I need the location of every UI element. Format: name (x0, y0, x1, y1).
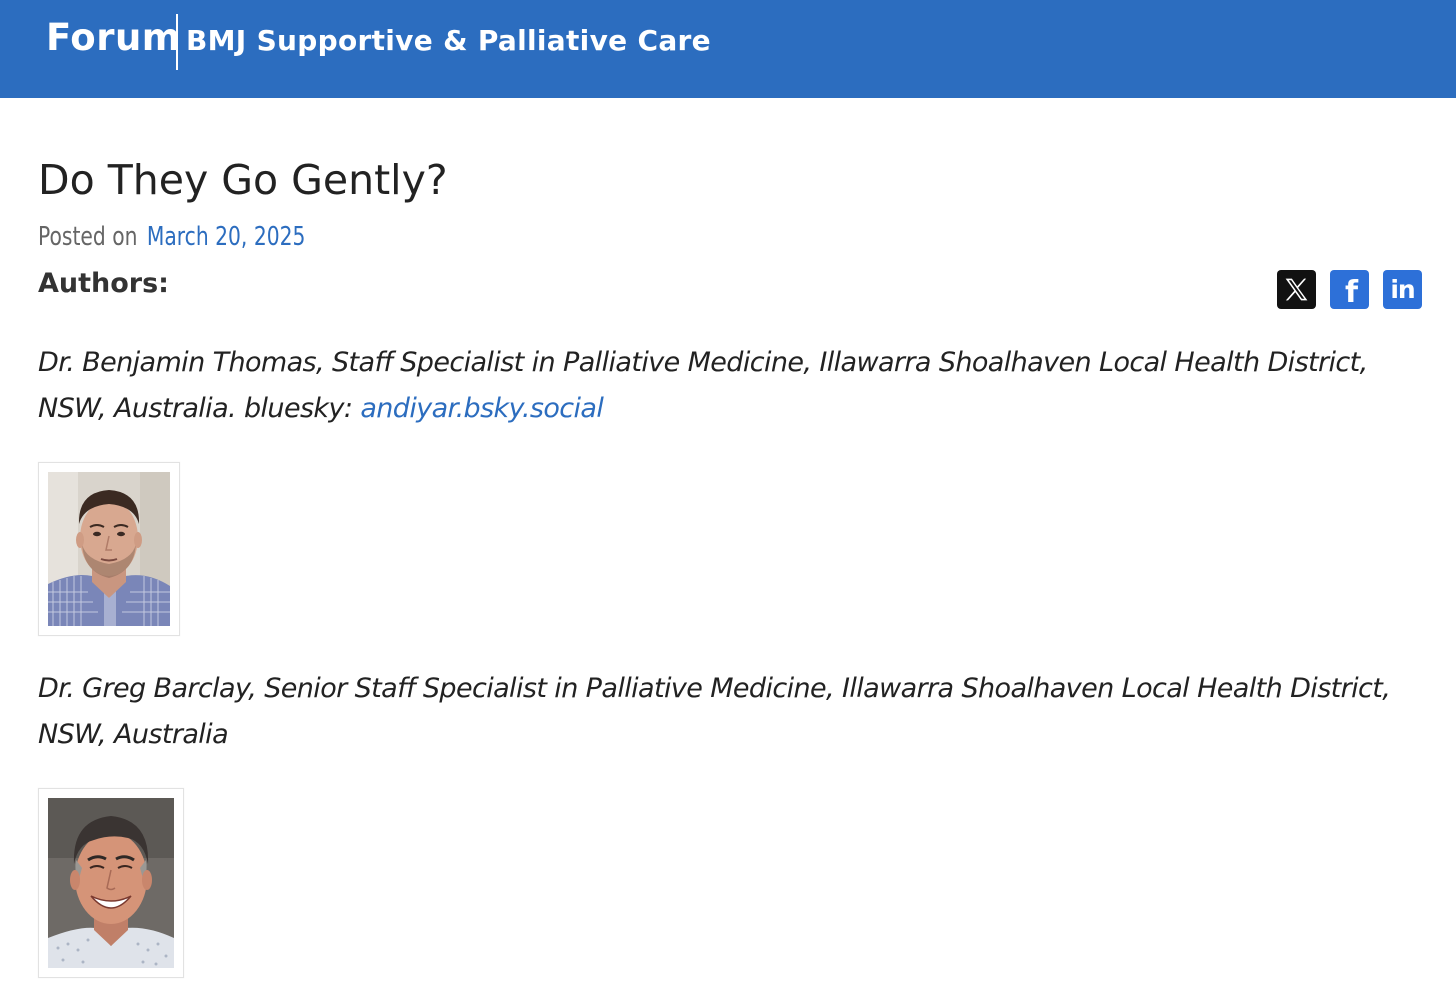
author-photo-1 (38, 462, 180, 636)
facebook-icon: f (1344, 275, 1359, 310)
authors-heading: Authors: (38, 268, 169, 299)
author-photo-2 (38, 788, 184, 978)
author-description-2: Dr. Greg Barclay, Senior Staff Specialis… (38, 673, 1391, 750)
brand-forum-logo[interactable]: Forum (46, 16, 181, 59)
posted-date-link[interactable]: March 20, 2025 (147, 222, 306, 252)
linkedin-icon: in (1390, 275, 1415, 304)
author-photo-1-image (48, 472, 170, 626)
share-x-button[interactable] (1277, 270, 1316, 309)
post-title: Do They Go Gently? (38, 156, 448, 204)
x-twitter-icon (1285, 278, 1308, 301)
brand-journal-name[interactable]: BMJ Supportive & Palliative Care (186, 24, 711, 57)
posted-label: Posted on (38, 222, 138, 252)
brand-divider (176, 14, 178, 70)
author-1-text: Dr. Benjamin Thomas, Staff Specialist in… (38, 347, 1368, 424)
share-facebook-button[interactable]: f (1330, 270, 1369, 310)
author-photo-2-image (48, 798, 174, 968)
site-header: Forum BMJ Supportive & Palliative Care (0, 0, 1456, 98)
share-linkedin-button[interactable]: in (1383, 270, 1422, 309)
bluesky-link[interactable]: andiyar.bsky.social (360, 393, 604, 424)
author-description-1: Dr. Benjamin Thomas, Staff Specialist in… (38, 340, 1418, 432)
post-meta: Posted on March 20, 2025 (38, 222, 305, 252)
